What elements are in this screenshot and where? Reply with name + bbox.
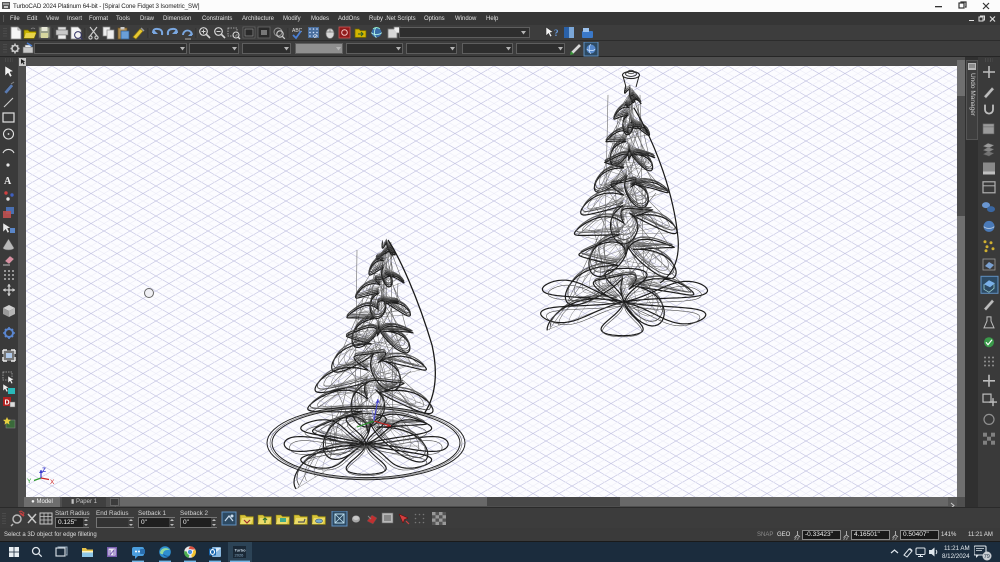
svg-text:79: 79	[984, 554, 990, 560]
svg-text:D: D	[5, 400, 10, 407]
svg-text:xy: xy	[892, 536, 898, 540]
svg-text:?: ?	[554, 28, 559, 38]
svg-text:X: X	[50, 479, 55, 486]
svg-text:2: 2	[314, 34, 317, 40]
svg-text:Y: Y	[27, 478, 32, 485]
svg-text:A: A	[4, 176, 12, 187]
svg-text:2026: 2026	[235, 553, 245, 558]
svg-text:xy: xy	[843, 536, 849, 540]
svg-text:Z: Z	[42, 467, 46, 474]
svg-text:xy: xy	[794, 536, 800, 540]
svg-text:ABC: ABC	[292, 28, 303, 34]
